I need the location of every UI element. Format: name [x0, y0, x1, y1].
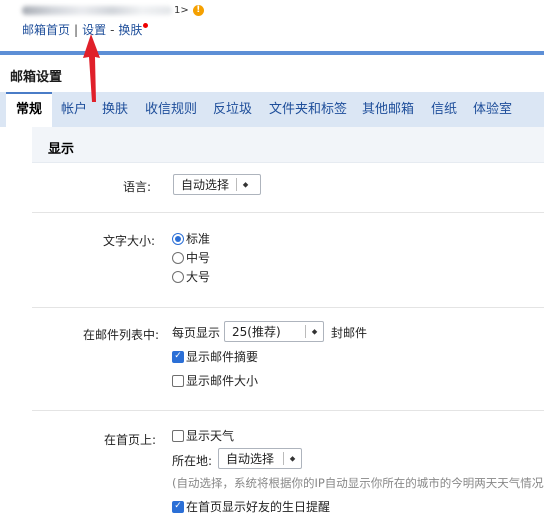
font-size-large[interactable]: 大号 — [172, 268, 210, 285]
radio-unchecked[interactable] — [172, 251, 184, 264]
font-size-medium-label: 中号 — [186, 251, 211, 265]
birthday-reminder-option[interactable]: ✓ 在首页显示好友的生日提醒 — [172, 498, 330, 515]
checkbox-checked[interactable]: ✓ — [172, 500, 184, 513]
skin-link[interactable]: 换肤 — [118, 23, 142, 37]
chevron-down-icon: ⬥ — [305, 325, 323, 338]
account-email-blurred — [22, 5, 172, 15]
per-page-select[interactable]: 25(推荐) ⬥ — [224, 321, 324, 342]
show-summary-option[interactable]: ✓ 显示邮件摘要 — [172, 348, 258, 365]
top-links: 邮箱首页 | 设置 - 换肤 — [22, 21, 149, 38]
account-name[interactable]: 1> ! — [22, 3, 204, 17]
font-size-large-label: 大号 — [186, 270, 211, 284]
location-select-value: 自动选择 — [226, 452, 275, 466]
language-select[interactable]: 自动选择 ⬥ — [173, 174, 261, 195]
header-divider — [0, 51, 544, 55]
birthday-reminder-label: 在首页显示好友的生日提醒 — [186, 500, 331, 514]
show-size-label: 显示邮件大小 — [186, 374, 259, 388]
per-page-suffix: 封邮件 — [331, 326, 368, 340]
tab-account[interactable]: 帐户 — [61, 92, 87, 127]
tab-anti-spam[interactable]: 反垃圾 — [213, 92, 252, 127]
language-label: 语言: — [123, 180, 152, 194]
tab-lab[interactable]: 体验室 — [473, 92, 512, 127]
homepage-label: 在首页上: — [104, 433, 157, 447]
tab-general[interactable]: 常规 — [6, 92, 53, 127]
settings-tabs: 常规 帐户 换肤 收信规则 反垃圾 文件夹和标签 其他邮箱 信纸 体验室 — [0, 92, 544, 127]
tab-mail-rules[interactable]: 收信规则 — [145, 92, 197, 127]
show-size-option[interactable]: 显示邮件大小 — [172, 372, 258, 389]
row-divider — [32, 410, 544, 411]
tab-other-mailboxes[interactable]: 其他邮箱 — [362, 92, 414, 127]
link-dash: - — [110, 23, 115, 37]
new-dot-icon — [143, 23, 149, 28]
settings-link[interactable]: 设置 — [82, 23, 106, 37]
row-divider — [32, 307, 544, 308]
checkbox-unchecked[interactable] — [172, 429, 184, 442]
mail-home-link[interactable]: 邮箱首页 — [22, 23, 70, 37]
tab-stationery[interactable]: 信纸 — [431, 92, 457, 127]
radio-checked[interactable] — [172, 232, 184, 245]
link-separator: | — [74, 23, 79, 37]
page-title: 邮箱设置 — [10, 70, 63, 85]
show-weather-label: 显示天气 — [186, 429, 235, 443]
section-header: 显示 — [32, 127, 544, 163]
font-size-label: 文字大小: — [103, 234, 156, 248]
language-select-value: 自动选择 — [181, 178, 230, 192]
tab-folders-labels[interactable]: 文件夹和标签 — [269, 92, 347, 127]
tab-skin[interactable]: 换肤 — [102, 92, 128, 127]
per-page-prefix: 每页显示 — [172, 326, 221, 340]
radio-unchecked[interactable] — [172, 270, 184, 283]
weather-hint: (自动选择，系统将根据你的IP自动显示你所在的城市的今明两天天气情况。) — [172, 476, 544, 490]
show-summary-label: 显示邮件摘要 — [186, 350, 259, 364]
checkbox-unchecked[interactable] — [172, 374, 184, 387]
per-page-select-value: 25(推荐) — [232, 325, 281, 339]
settings-panel: 显示 语言: 自动选择 ⬥ 文字大小: 标准 中号 大号 在邮件列表中: 每页显… — [32, 127, 544, 517]
row-divider — [32, 212, 544, 213]
chevron-down-icon: ⬥ — [283, 452, 301, 465]
show-weather-option[interactable]: 显示天气 — [172, 427, 234, 444]
location-select[interactable]: 自动选择 ⬥ — [218, 448, 302, 469]
mail-list-label: 在邮件列表中: — [83, 328, 160, 342]
checkbox-checked[interactable]: ✓ — [172, 350, 184, 363]
section-title: 显示 — [48, 142, 75, 157]
account-suffix: 1> — [174, 4, 189, 16]
font-size-standard-label: 标准 — [186, 232, 211, 246]
chevron-down-icon: ⬥ — [236, 178, 254, 191]
font-size-medium[interactable]: 中号 — [172, 249, 210, 266]
top-bar: 1> ! 邮箱首页 | 设置 - 换肤 — [0, 0, 544, 50]
location-label: 所在地: — [172, 454, 213, 468]
alert-circle-icon[interactable]: ! — [192, 4, 204, 16]
font-size-standard[interactable]: 标准 — [172, 230, 210, 247]
